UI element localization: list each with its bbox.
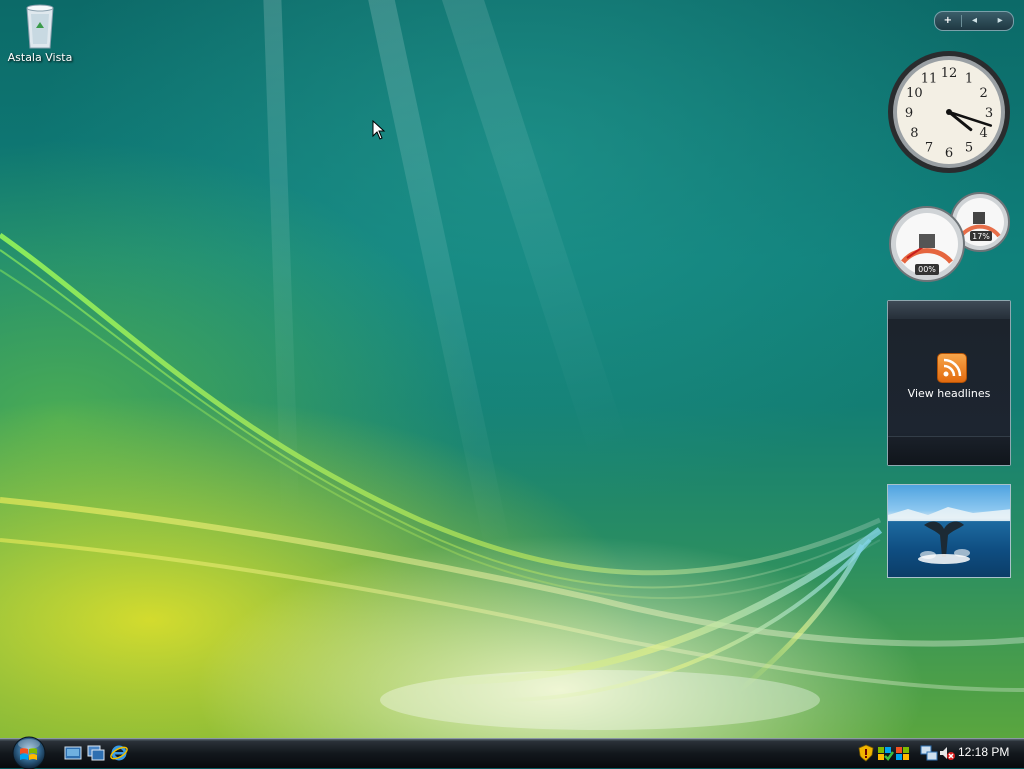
- clock-numeral: 7: [925, 141, 933, 156]
- slide-show-gadget[interactable]: [887, 484, 1011, 578]
- clock-numeral: 8: [910, 126, 918, 141]
- cpu-icon: [919, 234, 935, 248]
- cpu-usage: 00%: [918, 265, 936, 274]
- desktop-icon-label: Astala Vista: [7, 51, 73, 64]
- windows-start-orb-icon[interactable]: [8, 735, 50, 769]
- recycle-bin-icon: [26, 4, 54, 49]
- memory-usage: 17%: [972, 232, 990, 241]
- rss-feed-icon: [937, 353, 967, 383]
- internet-explorer-icon[interactable]: [110, 744, 128, 762]
- switch-windows-icon[interactable]: [87, 744, 105, 762]
- whale-tail-photo: [888, 507, 1010, 564]
- clock-numeral: 6: [945, 146, 953, 161]
- mouse-pointer-icon: [372, 120, 386, 140]
- clock-gadget[interactable]: 12 12 3 45678 9 1011: [887, 50, 1011, 174]
- cpu-meter-gadget[interactable]: 17% 00%: [887, 192, 1013, 282]
- network-flag-icon[interactable]: [894, 744, 912, 762]
- clock-numeral: 11: [921, 71, 938, 86]
- desktop-wallpaper[interactable]: Astala Vista + ◂ ▸ 12 1 2 3 4 5 6 7 8 9 10 11 17% 0…: [0, 0, 1024, 738]
- volume-muted-icon[interactable]: [938, 744, 956, 762]
- clock-numeral: 2: [979, 86, 987, 101]
- feed-headlines-gadget[interactable]: View headlines: [887, 300, 1011, 466]
- clock-numeral: 3: [985, 106, 993, 121]
- sidebar-next-button[interactable]: ▸: [987, 12, 1013, 30]
- gadget-footer: [888, 436, 1010, 465]
- wallpaper-ribbons: [0, 232, 1024, 730]
- security-shield-icon[interactable]: [857, 744, 875, 762]
- clock-numeral: 1: [965, 71, 973, 86]
- clock-numeral: 9: [905, 106, 913, 121]
- clock-numeral: 4: [979, 126, 987, 141]
- recycle-bin-desktop-icon[interactable]: Astala Vista: [6, 2, 74, 64]
- sidebar-prev-button[interactable]: ◂: [962, 12, 988, 30]
- clock-numeral: 10: [906, 86, 923, 101]
- clock-numeral: 5: [965, 141, 973, 156]
- memory-icon: [973, 212, 985, 224]
- windows-update-icon[interactable]: [876, 744, 894, 762]
- clock-numeral: 12: [941, 66, 958, 81]
- view-headlines-link[interactable]: View headlines: [888, 387, 1010, 400]
- sidebar-controls: + ◂ ▸: [934, 11, 1014, 31]
- network-connection-icon[interactable]: [920, 744, 938, 762]
- show-desktop-icon[interactable]: [64, 744, 82, 762]
- taskbar-clock[interactable]: 12:18 PM: [958, 745, 1009, 759]
- add-gadget-button[interactable]: +: [935, 12, 961, 30]
- gadget-header: [888, 301, 1010, 319]
